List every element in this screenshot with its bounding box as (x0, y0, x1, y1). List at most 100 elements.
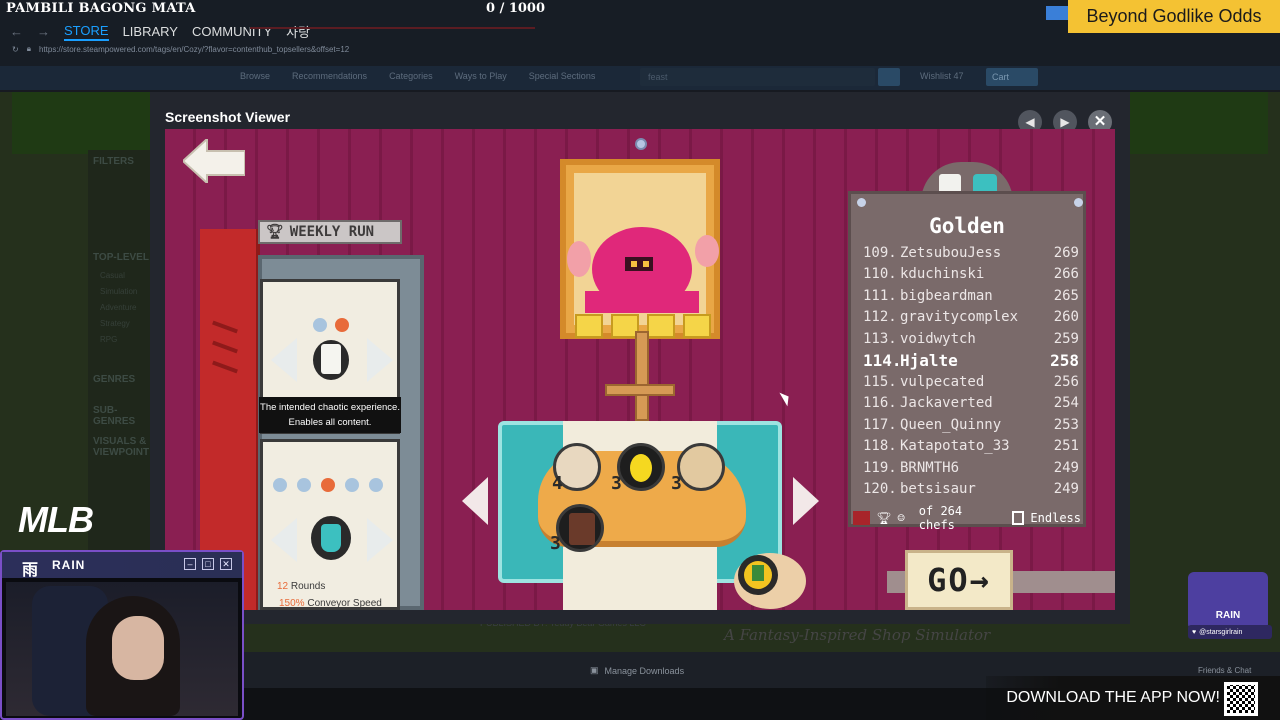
mode-next-icon[interactable] (367, 338, 393, 382)
tab-store[interactable]: STORE (64, 23, 109, 41)
sticker-icon (683, 314, 711, 338)
row-score: 269 (1053, 244, 1079, 261)
tab-library[interactable]: LIBRARY (123, 24, 178, 39)
mode-description-line1: The intended chaotic experience. (260, 402, 400, 413)
webcam-title: RAIN (52, 558, 86, 572)
red-flag-icon (853, 511, 871, 525)
filter-item[interactable]: Adventure (100, 303, 136, 312)
difficulty-dot[interactable] (345, 478, 359, 492)
divider (250, 27, 535, 29)
manage-downloads-label: Manage Downloads (604, 665, 685, 676)
row-rank: 117. (863, 416, 897, 433)
easel-leg (635, 331, 649, 421)
difficulty-dot[interactable] (369, 478, 383, 492)
recipe-next-icon[interactable] (793, 477, 819, 525)
go-button[interactable]: GO→ (905, 550, 1013, 610)
leaderboard-row: 111. bigbeardman 265 (863, 285, 1079, 307)
row-score: 258 (1050, 350, 1079, 370)
url-bar[interactable]: ↻ 🔒︎ https://store.steampowered.com/tags… (12, 44, 349, 54)
store-nav-ways-to-play[interactable]: Ways to Play (455, 71, 507, 81)
viewer-title: Screenshot Viewer (165, 109, 291, 125)
close-icon[interactable]: ✕ (220, 558, 232, 570)
difficulty-dot[interactable] (273, 478, 287, 492)
row-rank: 118. (863, 438, 897, 455)
stream-goal-counter: 0 / 1000 (486, 1, 546, 16)
trophy-icon[interactable]: 🏆︎ (876, 511, 891, 525)
store-nav-special-sections[interactable]: Special Sections (529, 71, 596, 81)
endless-checkbox[interactable] (1011, 511, 1025, 525)
leaderboard-rows: 109. ZetsubouJess 269 110. kduchinski 266 111.… (863, 242, 1079, 500)
heart-icon: ♥ (1192, 628, 1197, 636)
tab-user[interactable]: 사랑 (286, 22, 310, 41)
row-rank: 111. (863, 287, 897, 304)
ingredient-icon[interactable] (617, 443, 665, 491)
difficulty-next-icon[interactable] (367, 518, 393, 562)
search-icon[interactable] (878, 68, 900, 86)
sticker-icon (647, 314, 675, 338)
store-nav-browse[interactable]: Browse (240, 71, 270, 81)
row-score: 249 (1053, 459, 1079, 476)
store-search-input[interactable]: feast (640, 68, 875, 86)
filter-item[interactable]: Simulation (100, 287, 137, 296)
row-rank: 114. (863, 350, 902, 370)
row-player-name: vulpecated (900, 373, 985, 390)
wishlist-link[interactable]: Wishlist 47 (920, 71, 964, 81)
total-chefs: of 264 chefs (918, 504, 963, 532)
speed-info: 150% Conveyor Speed (279, 598, 382, 609)
rain-logo: RAIN (1188, 572, 1268, 630)
leaderboard-row: 110. kduchinski 266 (863, 264, 1079, 286)
rain-glyph-icon: 雨 (22, 562, 39, 579)
ingredient-icon[interactable] (677, 443, 725, 491)
filter-item[interactable]: Casual (100, 271, 125, 280)
url-text[interactable]: https://store.steampowered.com/tags/en/C… (39, 45, 349, 54)
download-icon: ▣ (590, 665, 599, 675)
minimize-icon[interactable]: – (184, 558, 196, 570)
difficulty-dot[interactable] (297, 478, 311, 492)
forward-arrow-icon[interactable]: → (37, 24, 50, 39)
weekly-run-label: WEEKLY RUN (289, 224, 375, 240)
refresh-icon[interactable]: ↻ (12, 45, 19, 54)
cart-button[interactable]: Cart (986, 68, 1038, 86)
banner-tag-icon (1046, 6, 1068, 20)
ingredient-icon[interactable] (556, 504, 604, 552)
webcam-window-controls: – □ ✕ (184, 558, 232, 570)
sticker-icon (575, 314, 603, 338)
qr-code-icon (1224, 682, 1258, 716)
rounds-value: 12 (277, 581, 289, 592)
back-arrow-icon[interactable] (183, 139, 245, 183)
people-icon[interactable]: ☺ (898, 511, 905, 525)
leaderboard-row: 115. vulpecated 256 (863, 371, 1079, 393)
difficulty-prev-icon[interactable] (271, 518, 297, 562)
chef-hat-icon (313, 340, 349, 380)
row-rank: 120. (863, 481, 897, 498)
handle-text: @starsgirlrain (1199, 628, 1243, 636)
easel-bar (605, 384, 675, 396)
maximize-icon[interactable]: □ (202, 558, 214, 570)
recipe-prev-icon[interactable] (462, 477, 488, 525)
weekly-run-badge[interactable]: 🏆︎ WEEKLY RUN (258, 220, 402, 244)
row-player-name: Queen_Quinny (900, 416, 1002, 433)
top-level-heading: TOP-LEVEL (93, 252, 149, 263)
row-rank: 110. (863, 266, 897, 283)
friends-chat-button[interactable]: Friends & Chat (1198, 666, 1251, 675)
store-nav-categories[interactable]: Categories (389, 71, 433, 81)
game-tagline: A Fantasy-Inspired Shop Simulator (724, 626, 991, 644)
row-score: 259 (1053, 330, 1079, 347)
mode-dot-active[interactable] (335, 318, 349, 332)
row-player-name: bigbeardman (900, 287, 993, 304)
filter-item[interactable]: Strategy (100, 319, 130, 328)
manage-downloads-button[interactable]: ▣ Manage Downloads (590, 665, 684, 676)
leaderboard-title: Golden (929, 214, 1005, 238)
row-score: 260 (1053, 309, 1079, 326)
store-nav-recommendations[interactable]: Recommendations (292, 71, 367, 81)
row-score: 265 (1053, 287, 1079, 304)
rounds-label: Rounds (288, 581, 326, 592)
leaderboard-row: 109. ZetsubouJess 269 (863, 242, 1079, 264)
back-arrow-icon[interactable]: ← (10, 24, 23, 39)
difficulty-dot-active[interactable] (321, 478, 335, 492)
mode-prev-icon[interactable] (271, 338, 297, 382)
filter-item[interactable]: RPG (100, 335, 117, 344)
search-value: feast (648, 72, 668, 82)
mode-dot[interactable] (313, 318, 327, 332)
speed-label: Conveyor Speed (304, 598, 382, 609)
